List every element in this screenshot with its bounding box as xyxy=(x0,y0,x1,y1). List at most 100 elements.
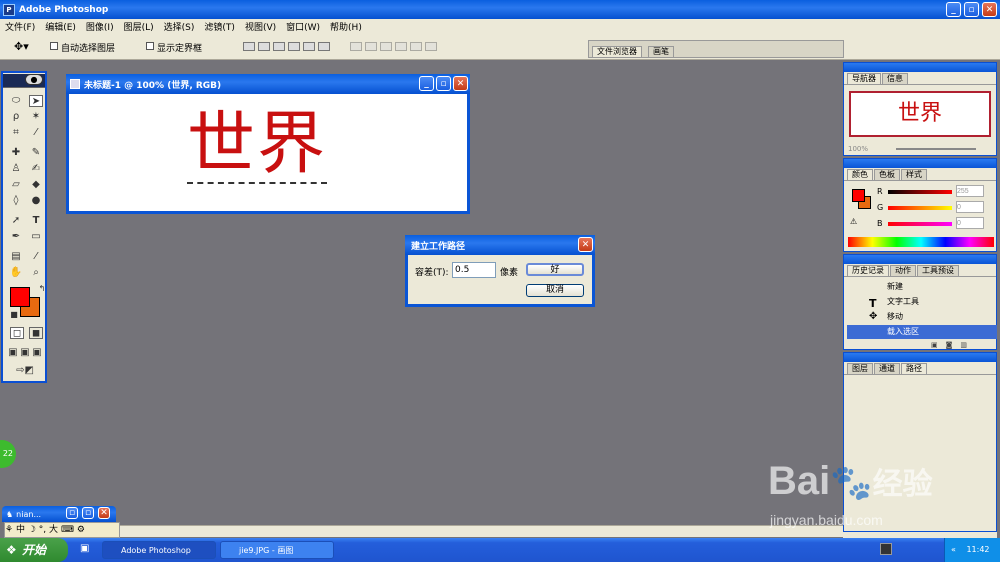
ime-logo-icon[interactable]: ⚘ xyxy=(5,525,13,535)
default-colors-icon[interactable]: ■ xyxy=(7,309,21,321)
menu-file[interactable]: 文件(F) xyxy=(0,20,40,33)
marquee-icon[interactable]: ⬭ xyxy=(9,95,23,107)
close-button[interactable]: ✕ xyxy=(982,2,997,17)
tab-brushes[interactable]: 画笔 xyxy=(648,46,674,57)
color-ramp[interactable] xyxy=(848,237,994,247)
history-item-new[interactable]: 新建 xyxy=(847,280,997,294)
ime-chinese-toggle[interactable]: 中 xyxy=(16,525,25,535)
show-bounds-checkbox[interactable] xyxy=(146,42,154,50)
swap-colors-icon[interactable]: ↰ xyxy=(35,283,49,295)
maximize-button[interactable]: ▫ xyxy=(964,2,979,17)
type-icon[interactable]: T xyxy=(29,215,43,227)
standard-mode-icon[interactable]: ◻ xyxy=(10,327,24,339)
quickmask-mode-icon[interactable]: ◼ xyxy=(29,327,43,339)
auto-select-checkbox[interactable] xyxy=(50,42,58,50)
ime-keyboard-icon[interactable]: ⌨ xyxy=(61,525,74,535)
menu-filter[interactable]: 滤镜(T) xyxy=(199,20,240,33)
stamp-icon[interactable]: ♙ xyxy=(9,163,23,175)
eyedropper-icon[interactable]: ⁄ xyxy=(29,251,43,263)
dodge-icon[interactable]: ● xyxy=(29,195,43,207)
navigator-preview[interactable]: 世界 xyxy=(849,91,991,137)
doc-close-button[interactable]: ✕ xyxy=(453,76,468,91)
zoom-slider[interactable] xyxy=(896,148,976,150)
tab-info[interactable]: 信息 xyxy=(882,73,908,84)
menu-window[interactable]: 窗口(W) xyxy=(281,20,325,33)
history-item-move[interactable]: 移动 xyxy=(847,310,997,324)
tab-history[interactable]: 历史记录 xyxy=(847,265,889,276)
hand-icon[interactable]: ✋ xyxy=(9,267,23,279)
tab-color[interactable]: 颜色 xyxy=(847,169,873,180)
history-brush-icon[interactable]: ✍ xyxy=(29,163,43,175)
tab-styles[interactable]: 样式 xyxy=(901,169,927,180)
history-footer-icons[interactable]: ▣◙▥ xyxy=(931,341,975,349)
g-slider[interactable] xyxy=(888,206,952,210)
brush-icon[interactable]: ✎ xyxy=(29,147,43,159)
dialog-close-button[interactable]: ✕ xyxy=(578,237,593,252)
tab-file-browser[interactable]: 文件浏览器 xyxy=(592,46,642,57)
tab-layers[interactable]: 图层 xyxy=(847,363,873,374)
notification-bubble[interactable]: 22 xyxy=(0,440,16,468)
r-slider[interactable] xyxy=(888,190,952,194)
b-value-input[interactable] xyxy=(956,217,984,229)
start-button[interactable]: ❖ 开始 xyxy=(0,538,68,562)
magic-wand-icon[interactable]: ✶ xyxy=(29,111,43,123)
b-slider[interactable] xyxy=(888,222,952,226)
minimized-window[interactable]: ♞ nian... ▫ ▫ ✕ xyxy=(2,506,116,522)
tab-tool-presets[interactable]: 工具预设 xyxy=(917,265,959,276)
tab-paths[interactable]: 路径 xyxy=(901,363,927,374)
menu-help[interactable]: 帮助(H) xyxy=(325,20,367,33)
doc-minimize-button[interactable]: _ xyxy=(419,76,434,91)
path-select-icon[interactable]: ➚ xyxy=(9,215,23,227)
tab-swatches[interactable]: 色板 xyxy=(874,169,900,180)
tab-navigator[interactable]: 导航器 xyxy=(847,73,881,84)
history-item-type[interactable]: 文字工具 xyxy=(847,295,997,309)
taskbar-paint[interactable]: jie9.JPG - 画图 xyxy=(220,541,334,559)
tab-channels[interactable]: 通道 xyxy=(874,363,900,374)
history-item-load-selection[interactable]: 载入选区 xyxy=(847,325,997,339)
screen-mode-3-icon[interactable]: ▣ xyxy=(32,347,42,359)
canvas-text-selection[interactable]: 世界 xyxy=(187,110,328,184)
zoom-value[interactable]: 100% xyxy=(848,145,868,153)
min-restore-button[interactable]: ▫ xyxy=(66,507,78,519)
crop-icon[interactable]: ⌗ xyxy=(9,127,23,139)
distribute-buttons[interactable] xyxy=(350,42,440,52)
eraser-icon[interactable]: ▱ xyxy=(9,179,23,191)
menu-image[interactable]: 图像(I) xyxy=(81,20,119,33)
color-fg-swatch[interactable] xyxy=(852,189,865,202)
zoom-icon[interactable]: ⌕ xyxy=(29,267,43,279)
jump-to-imageready-icon[interactable]: ⇨◩ xyxy=(10,365,40,377)
menu-layer[interactable]: 图层(L) xyxy=(119,20,159,33)
blur-icon[interactable]: ◊ xyxy=(9,195,23,207)
slice-icon[interactable]: ⁄ xyxy=(29,127,43,139)
foreground-color-swatch[interactable] xyxy=(10,287,30,307)
tray-app-icon[interactable] xyxy=(880,543,892,555)
cancel-button[interactable]: 取消 xyxy=(526,284,584,297)
tab-actions[interactable]: 动作 xyxy=(890,265,916,276)
screen-mode-2-icon[interactable]: ▣ xyxy=(20,347,30,359)
taskbar-photoshop[interactable]: Adobe Photoshop xyxy=(102,541,216,559)
align-buttons[interactable] xyxy=(243,42,333,52)
lasso-icon[interactable]: ρ xyxy=(9,111,23,123)
ime-fullwidth-toggle[interactable]: 大 xyxy=(49,525,58,535)
r-value-input[interactable] xyxy=(956,185,984,197)
screen-mode-1-icon[interactable]: ▣ xyxy=(8,347,18,359)
menu-edit[interactable]: 编辑(E) xyxy=(40,20,81,33)
menu-select[interactable]: 选择(S) xyxy=(159,20,200,33)
menu-view[interactable]: 视图(V) xyxy=(240,20,281,33)
healing-brush-icon[interactable]: ✚ xyxy=(9,147,23,159)
notes-icon[interactable]: ▤ xyxy=(9,251,23,263)
quicklaunch-icon[interactable]: ▣ xyxy=(80,543,89,554)
min-close-button[interactable]: ✕ xyxy=(98,507,110,519)
ime-punct-toggle[interactable]: °, xyxy=(39,525,46,535)
move-icon[interactable]: ➤ xyxy=(29,95,43,107)
ime-tools-icon[interactable]: ⚙ xyxy=(77,525,85,535)
doc-maximize-button[interactable]: ▫ xyxy=(436,76,451,91)
g-value-input[interactable] xyxy=(956,201,984,213)
tolerance-input[interactable] xyxy=(452,262,496,278)
pen-icon[interactable]: ✒ xyxy=(9,231,23,243)
paint-bucket-icon[interactable]: ◆ xyxy=(29,179,43,191)
minimize-button[interactable]: _ xyxy=(946,2,961,17)
ime-moon-icon[interactable]: ☽ xyxy=(28,525,36,535)
shape-icon[interactable]: ▭ xyxy=(29,231,43,243)
tray-expand-icon[interactable]: « xyxy=(951,545,956,554)
